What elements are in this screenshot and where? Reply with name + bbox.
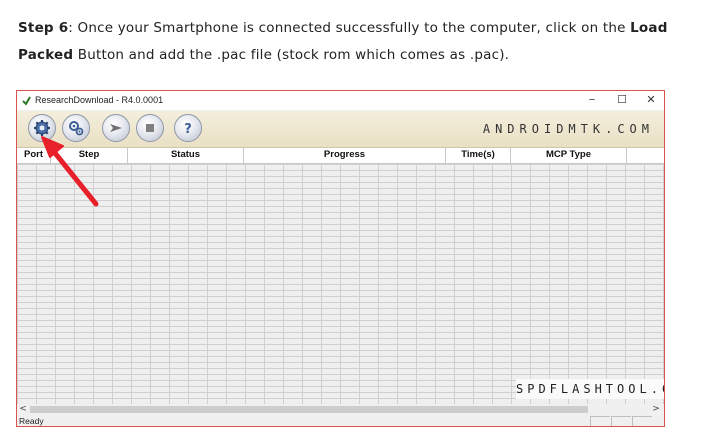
instruction-line-1: Step 6: Once your Smartphone is connecte… bbox=[18, 18, 708, 38]
step-label: Step 6 bbox=[18, 20, 69, 36]
stop-icon bbox=[146, 124, 154, 132]
help-button[interactable]: ? bbox=[174, 114, 202, 142]
window-title: ResearchDownload - R4.0.0001 bbox=[35, 95, 164, 105]
status-panel bbox=[590, 416, 610, 426]
grid-header: Port Step Status Progress Time(s) MCP Ty… bbox=[17, 148, 664, 164]
instruction-line-2: Packed Button and add the .pac file (sto… bbox=[18, 45, 708, 65]
brand-watermark: ANDROIDMTK.COM bbox=[482, 122, 654, 136]
maximize-button[interactable]: ☐ bbox=[607, 91, 637, 110]
close-button[interactable]: ✕ bbox=[636, 91, 664, 110]
load-bold: Load bbox=[630, 20, 668, 36]
instruction-text-2: Button and add the .pac file (stock rom … bbox=[73, 47, 510, 63]
scroll-left-arrow[interactable]: < bbox=[17, 404, 29, 415]
settings-icon bbox=[69, 121, 84, 136]
column-header-progress[interactable]: Progress bbox=[244, 148, 446, 163]
instruction-text: : Once your Smartphone is connected succ… bbox=[68, 20, 631, 36]
settings-button[interactable] bbox=[62, 114, 90, 142]
column-header-port[interactable]: Port bbox=[17, 148, 51, 163]
status-panel bbox=[611, 416, 631, 426]
column-header-step[interactable]: Step bbox=[51, 148, 128, 163]
stop-download-button[interactable] bbox=[136, 114, 164, 142]
play-icon bbox=[110, 124, 122, 132]
column-header-time[interactable]: Time(s) bbox=[446, 148, 511, 163]
minimize-button[interactable]: − bbox=[577, 91, 607, 110]
packed-bold: Packed bbox=[18, 47, 74, 63]
status-bar: Ready bbox=[17, 415, 664, 426]
toolbar: ? ANDROIDMTK.COM bbox=[17, 111, 664, 148]
status-panel bbox=[632, 416, 652, 426]
port-list-grid[interactable] bbox=[17, 164, 664, 404]
start-download-button[interactable] bbox=[102, 114, 130, 142]
spdflashtool-watermark: SPDFLASHTOOL.COM bbox=[516, 379, 664, 399]
load-packet-button[interactable] bbox=[28, 114, 56, 142]
research-download-window: ResearchDownload - R4.0.0001 − ☐ ✕ ? AND… bbox=[16, 90, 665, 427]
scroll-thumb[interactable] bbox=[30, 406, 588, 413]
title-bar: ResearchDownload - R4.0.0001 − ☐ ✕ bbox=[17, 91, 664, 110]
help-icon: ? bbox=[184, 122, 192, 137]
svg-text:?: ? bbox=[184, 122, 192, 137]
column-header-mcp-type[interactable]: MCP Type bbox=[511, 148, 627, 163]
app-icon bbox=[22, 96, 31, 105]
status-text: Ready bbox=[19, 416, 44, 426]
horizontal-scrollbar[interactable]: < > bbox=[17, 404, 664, 415]
gear-icon bbox=[34, 120, 50, 136]
column-header-status[interactable]: Status bbox=[128, 148, 244, 163]
scroll-right-arrow[interactable]: > bbox=[650, 404, 662, 415]
